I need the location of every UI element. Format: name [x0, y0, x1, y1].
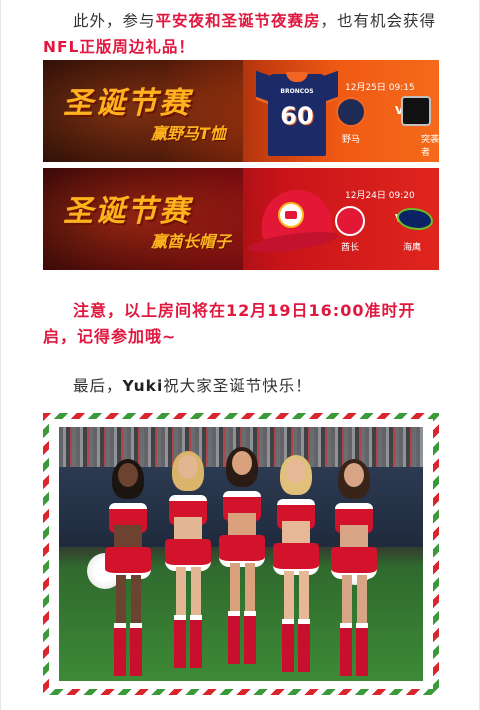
banner-subtitle: 赢野马T恤 [151, 124, 226, 143]
banner-subtitle: 赢酋长帽子 [151, 232, 232, 251]
chiefs-cap-image [247, 182, 348, 262]
team-a-name: 野马 [342, 135, 361, 145]
team-b-name: 突袭者 [421, 135, 439, 158]
banner-title: 圣诞节赛 [63, 194, 191, 229]
closing-paragraph: 最后，Yuki祝大家圣诞节快乐！ [43, 373, 439, 399]
game-datetime: 12月25日 09:15 [345, 83, 415, 93]
game-datetime: 12月24日 09:20 [345, 191, 415, 201]
intro-paragraph: 此外，参与平安夜和圣诞节夜赛房，也有机会获得 NFL正版周边礼品！ [43, 8, 439, 60]
closing-suffix: 祝大家圣诞节快乐！ [163, 377, 312, 395]
article-body: 此外，参与平安夜和圣诞节夜赛房，也有机会获得 NFL正版周边礼品！ 圣诞节赛 赢野… [0, 0, 480, 710]
broncos-logo-icon [336, 97, 366, 127]
jersey-name-text: BRONCOS [280, 88, 314, 95]
chiefs-cap-logo-icon [278, 202, 304, 228]
banner-title: 圣诞节赛 [63, 86, 191, 121]
chiefs-logo-icon [335, 206, 365, 236]
notice-paragraph: 注意，以上房间将在12月19日16:00准时开启，记得参加哦~ [43, 298, 439, 350]
seahawks-logo-icon [397, 208, 433, 230]
chiefs-game-banner[interactable]: 圣诞节赛 赢酋长帽子 12月24日 09:20 VS 酋长 海鹰 [43, 168, 439, 270]
intro-middle: ，也有机会获得 [320, 12, 437, 30]
intro-prefix: 此外，参与 [73, 12, 156, 30]
jersey-number-text: 60 [280, 102, 314, 130]
raiders-logo-icon [401, 96, 431, 126]
christmas-photo-frame [43, 413, 439, 695]
notice-text: 注意，以上房间将在12月19日16:00准时开启，记得参加哦~ [43, 301, 416, 346]
author-name: Yuki [122, 377, 164, 395]
broncos-jersey-image: BRONCOS 60 [256, 64, 338, 158]
intro-rooms-highlight: 平安夜和圣诞节夜赛房 [155, 12, 321, 30]
team-a-name: 酋长 [341, 243, 360, 253]
cheerleaders-photo[interactable] [59, 427, 423, 681]
cheerleader-figure [99, 459, 157, 676]
broncos-game-banner[interactable]: 圣诞节赛 赢野马T恤 BRONCOS 60 12月25日 09:15 VS 野马… [43, 60, 439, 162]
intro-gift-highlight: NFL正版周边礼品！ [43, 38, 195, 56]
team-b-name: 海鹰 [403, 243, 422, 253]
closing-prefix: 最后， [73, 377, 123, 395]
cheerleader-figure [213, 447, 271, 664]
cheerleader-figure [159, 451, 217, 668]
cheerleader-figure [267, 455, 325, 672]
cheerleader-figure [325, 459, 383, 676]
